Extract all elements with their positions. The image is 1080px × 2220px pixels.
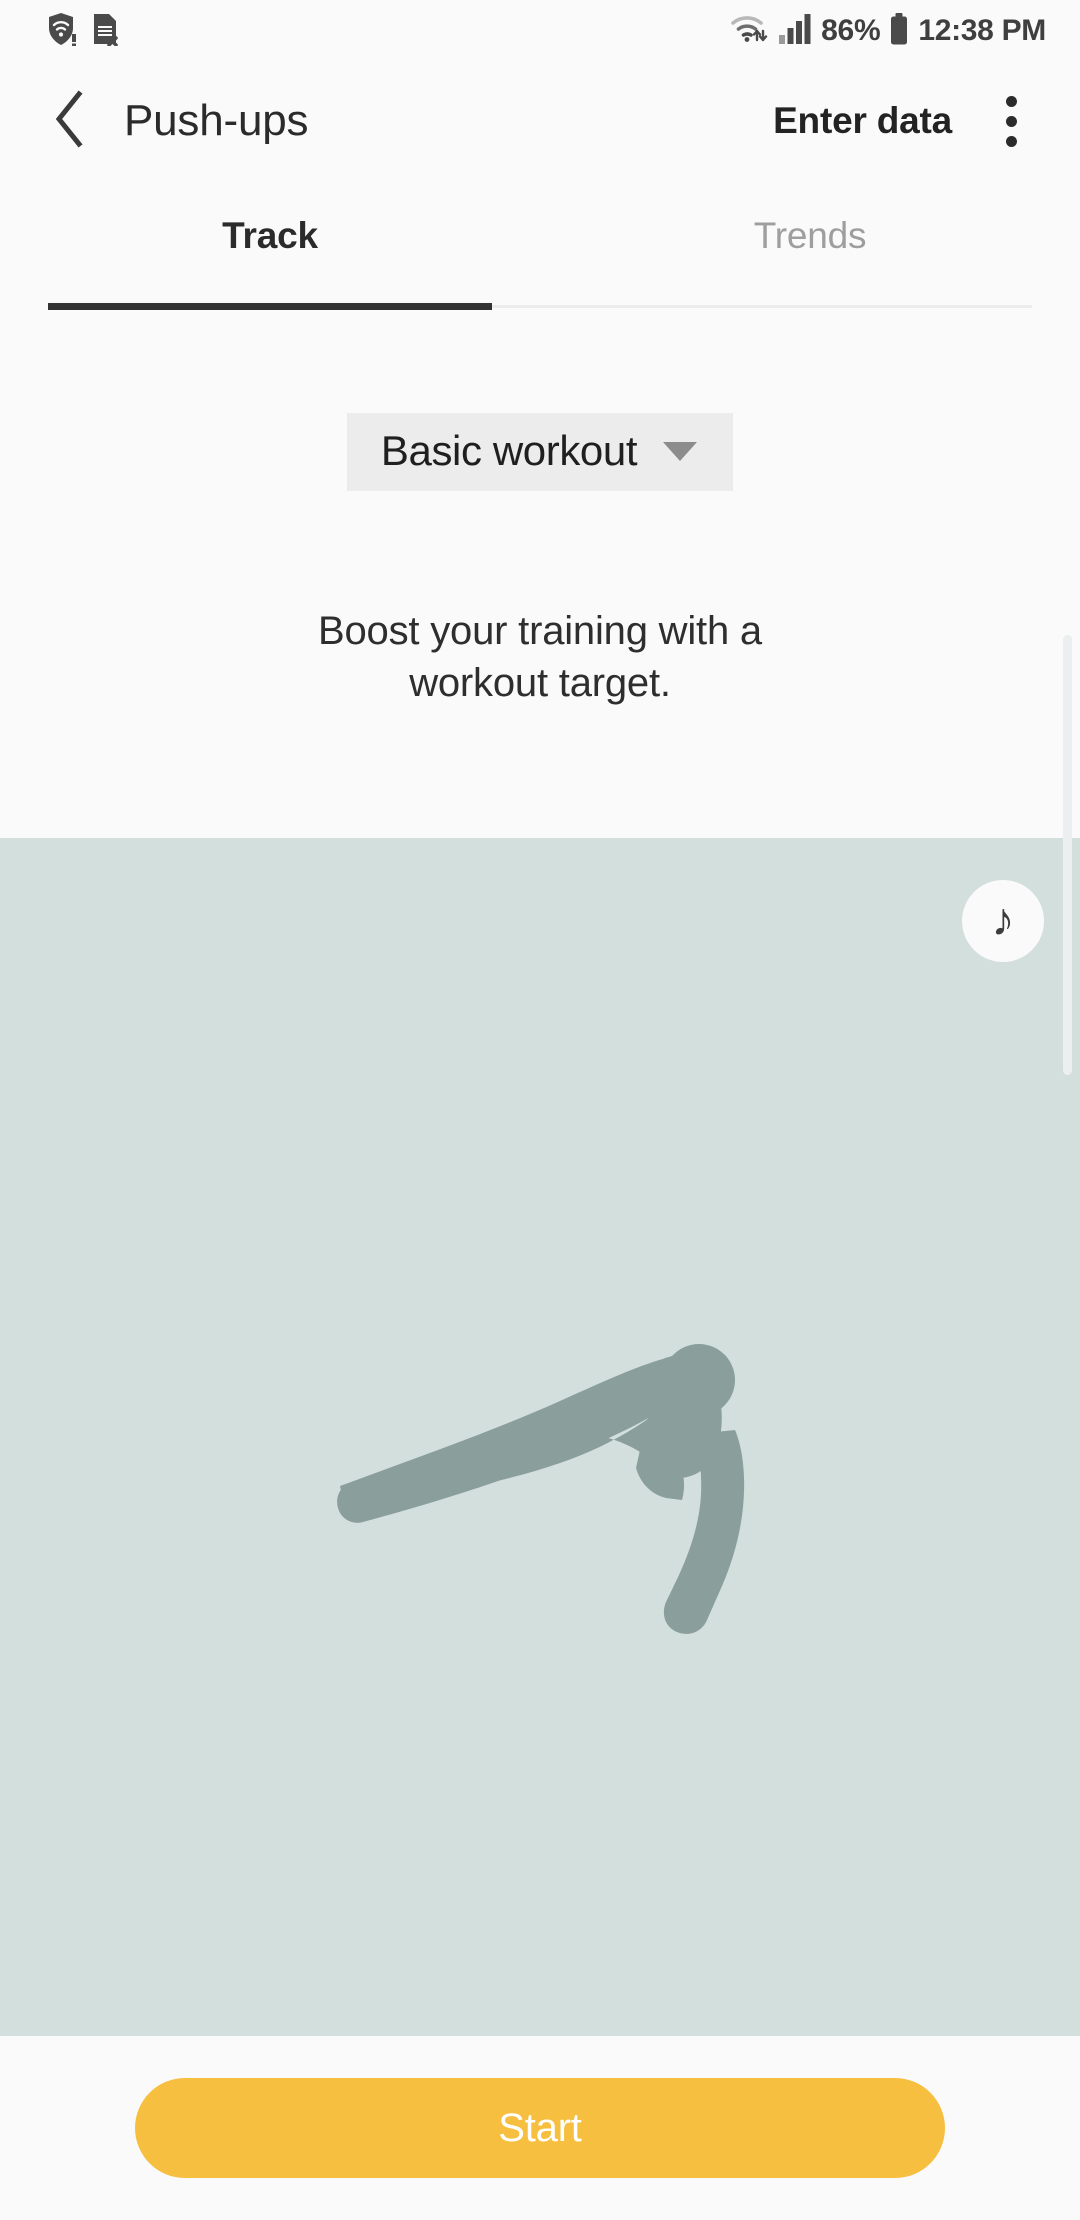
sim-card-error-icon bbox=[90, 12, 120, 51]
status-bar: 86% 12:38 PM bbox=[0, 0, 1080, 62]
workout-selector[interactable]: Basic workout bbox=[346, 413, 734, 491]
bottom-action-bar: Start bbox=[0, 2036, 1080, 2220]
push-up-figure bbox=[337, 1344, 745, 1634]
workout-selector-value: Basic workout bbox=[380, 427, 638, 474]
battery-icon bbox=[889, 12, 909, 50]
exercise-illustration-panel: ♪ bbox=[0, 838, 1080, 2036]
overflow-menu-icon[interactable] bbox=[968, 78, 1054, 164]
status-bar-left-icons bbox=[0, 12, 120, 51]
start-button[interactable]: Start bbox=[135, 2078, 945, 2178]
status-bar-right: 86% 12:38 PM bbox=[729, 12, 1080, 51]
promo-line-2: workout target. bbox=[409, 661, 671, 705]
tab-trends[interactable]: Trends bbox=[540, 180, 1080, 304]
workout-selector-row: Basic workout bbox=[0, 413, 1080, 491]
tab-active-indicator bbox=[48, 303, 492, 310]
page-title: Push-ups bbox=[124, 96, 309, 145]
overflow-dot bbox=[1005, 95, 1017, 107]
clock-label: 12:38 PM bbox=[918, 14, 1046, 47]
vertical-scrollbar[interactable] bbox=[1063, 635, 1072, 1075]
cellular-signal-icon bbox=[778, 13, 812, 50]
enter-data-button[interactable]: Enter data bbox=[773, 100, 952, 142]
battery-percent-label: 86% bbox=[821, 14, 881, 47]
app-bar: Push-ups Enter data bbox=[0, 62, 1080, 180]
tab-track[interactable]: Track bbox=[0, 180, 540, 304]
overflow-dot bbox=[1005, 115, 1017, 127]
tab-bar: Track Trends bbox=[0, 180, 1080, 310]
back-button[interactable] bbox=[22, 73, 118, 169]
chevron-left-icon bbox=[51, 88, 89, 155]
workout-target-promo: Boost your training with a workout targe… bbox=[0, 605, 1080, 709]
promo-line-1: Boost your training with a bbox=[318, 609, 762, 653]
caret-down-icon bbox=[663, 441, 698, 461]
phone-screen: 86% 12:38 PM Push-ups Enter data Track T… bbox=[0, 0, 1080, 2220]
overflow-dot bbox=[1005, 135, 1017, 147]
app-bar-actions: Enter data bbox=[773, 78, 1080, 164]
wifi-transfer-icon bbox=[729, 12, 769, 51]
vpn-shield-alert-icon bbox=[46, 12, 76, 51]
